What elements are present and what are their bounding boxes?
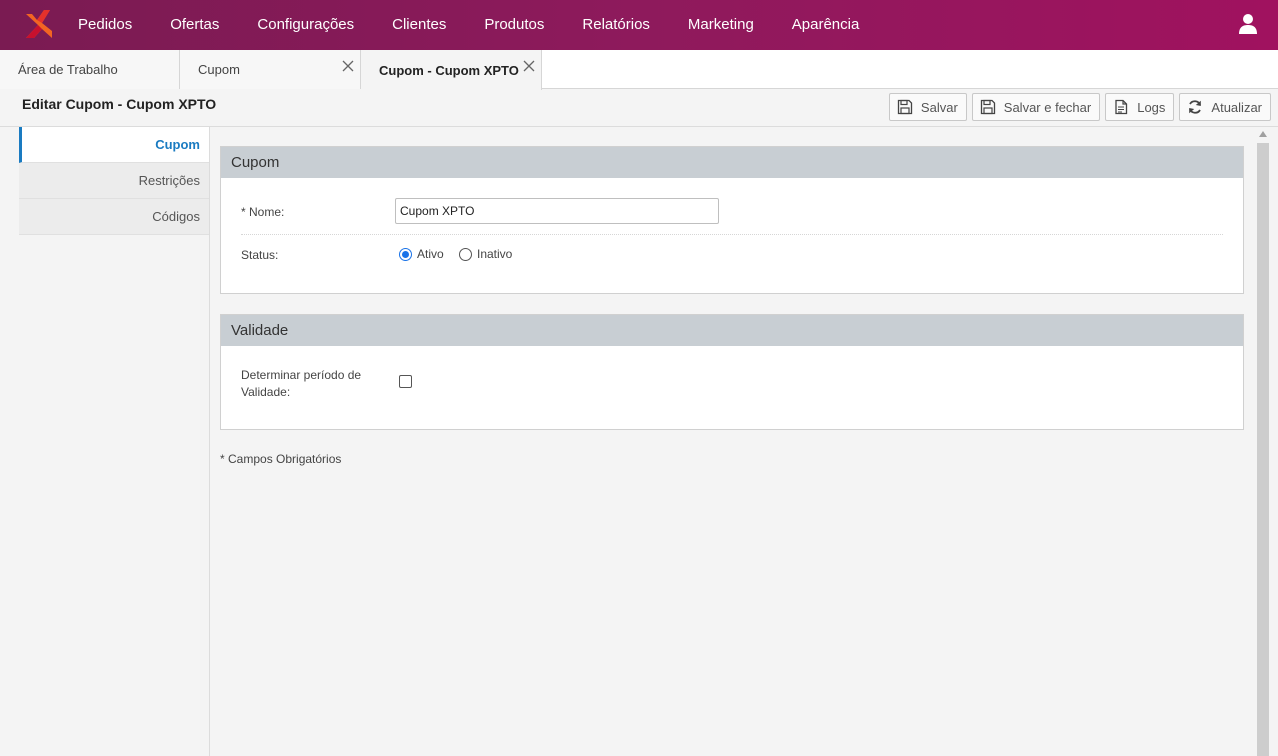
document-icon <box>1115 99 1128 115</box>
validade-panel: Validade Determinar período de Validade: <box>220 314 1244 430</box>
nav-item-aparencia[interactable]: Aparência <box>773 0 879 50</box>
document-tabs: Área de Trabalho Cupom Cupom - Cupom XPT… <box>0 50 1278 90</box>
logs-button[interactable]: Logs <box>1105 93 1175 121</box>
name-label: * Nome: <box>241 205 285 219</box>
scrollbar-thumb[interactable] <box>1257 143 1269 756</box>
status-option-label: Inativo <box>477 247 513 261</box>
sidemenu-item-restricoes[interactable]: Restrições <box>19 163 210 199</box>
status-label: Status: <box>241 248 279 262</box>
period-label-line: Determinar período de <box>241 368 362 382</box>
refresh-button[interactable]: Atualizar <box>1179 93 1271 121</box>
tab-label: Cupom <box>198 62 240 77</box>
brand-logo-icon <box>26 10 52 38</box>
floppy-disk-icon <box>897 99 913 115</box>
main-nav: Pedidos Ofertas Configurações Clientes P… <box>78 0 878 50</box>
required-fields-note: * Campos Obrigatórios <box>220 452 342 466</box>
logs-button-label: Logs <box>1137 99 1166 115</box>
nav-item-produtos[interactable]: Produtos <box>465 0 563 50</box>
radio-button-unchecked[interactable] <box>459 247 472 261</box>
save-button[interactable]: Salvar <box>888 93 967 121</box>
refresh-button-label: Atualizar <box>1211 99 1262 115</box>
nav-item-relatorios[interactable]: Relatórios <box>563 0 669 50</box>
row-separator <box>241 234 1223 235</box>
user-icon[interactable] <box>1238 13 1258 35</box>
status-option-label: Ativo <box>417 247 444 261</box>
period-label: Determinar período de Validade: <box>241 367 361 401</box>
cupom-panel-title: Cupom <box>221 147 1243 178</box>
sidemenu-divider <box>209 127 210 756</box>
floppy-disk-icon <box>980 99 995 115</box>
tab-cupom-cupom-xpto[interactable]: Cupom - Cupom XPTO <box>361 50 542 90</box>
save-and-close-button-label: Salvar e fechar <box>1003 99 1092 115</box>
cupom-panel: Cupom * Nome: Status: Ativo Inativo <box>220 146 1244 294</box>
period-label-line: Validade: <box>241 385 291 399</box>
tab-label: Cupom - Cupom XPTO <box>379 62 519 78</box>
app-logo[interactable] <box>0 0 78 50</box>
action-toolbar: Salvar Salvar e fechar Logs Atualizar <box>888 93 1271 121</box>
save-and-close-button[interactable]: Salvar e fechar <box>971 93 1101 121</box>
nav-item-pedidos[interactable]: Pedidos <box>78 0 151 50</box>
nav-item-ofertas[interactable]: Ofertas <box>151 0 238 50</box>
close-icon[interactable] <box>340 58 356 74</box>
tab-cupom[interactable]: Cupom <box>180 50 361 89</box>
section-sidemenu: Cupom Restrições Códigos <box>19 127 210 235</box>
scroll-up-arrow-icon[interactable] <box>1258 130 1268 138</box>
status-radio-inativo[interactable]: Inativo <box>459 247 512 261</box>
name-input[interactable] <box>395 198 719 224</box>
top-navigation-bar: Pedidos Ofertas Configurações Clientes P… <box>0 0 1278 50</box>
close-icon[interactable] <box>521 58 537 74</box>
nav-item-configuracoes[interactable]: Configurações <box>238 0 373 50</box>
tab-label: Área de Trabalho <box>18 62 118 77</box>
sidemenu-item-cupom[interactable]: Cupom <box>19 127 210 163</box>
refresh-icon <box>1189 100 1202 114</box>
status-radio-ativo[interactable]: Ativo <box>399 247 444 261</box>
page-title: Editar Cupom - Cupom XPTO <box>22 96 217 112</box>
sidemenu-item-codigos[interactable]: Códigos <box>19 199 210 235</box>
period-checkbox[interactable] <box>399 375 412 388</box>
tab-area-de-trabalho[interactable]: Área de Trabalho <box>0 50 180 89</box>
radio-button-checked[interactable] <box>399 247 412 261</box>
save-button-label: Salvar <box>920 99 958 115</box>
nav-item-marketing[interactable]: Marketing <box>669 0 773 50</box>
nav-item-clientes[interactable]: Clientes <box>373 0 465 50</box>
validade-panel-title: Validade <box>221 315 1243 346</box>
